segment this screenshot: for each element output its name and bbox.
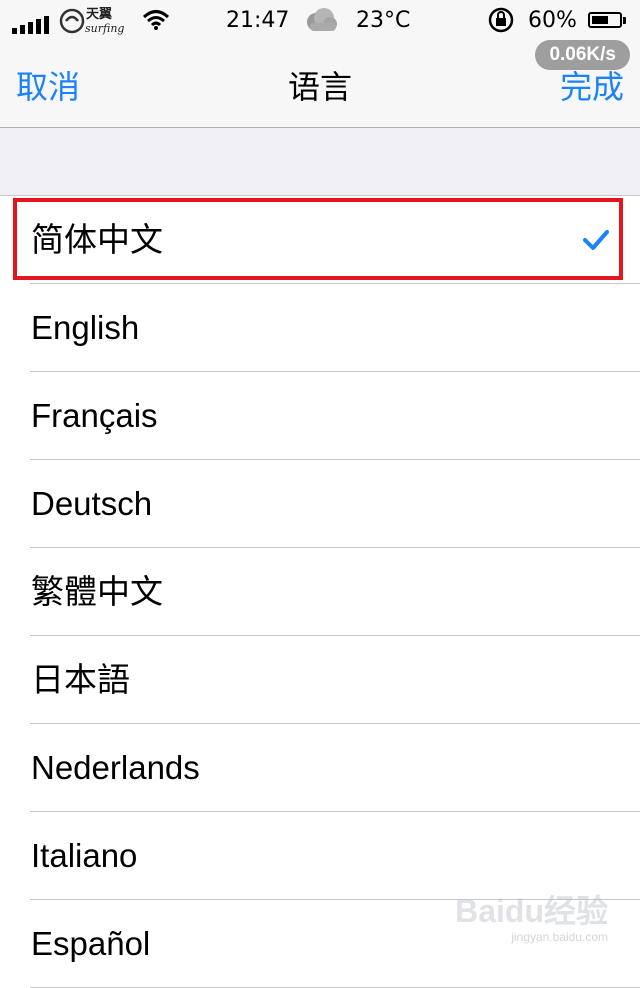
svg-text:天翼: 天翼: [86, 7, 112, 22]
temperature: 23°C: [356, 7, 411, 33]
battery-fill: [592, 16, 608, 24]
watermark: Baidu经验 jingyan.baidu.com: [455, 886, 608, 944]
watermark-logo: Baidu经验: [455, 893, 608, 929]
navigation-bar: 取消 语言 完成 0.06K/s: [0, 40, 640, 128]
network-speed-badge: 0.06K/s: [535, 40, 630, 70]
battery-icon: [588, 0, 626, 40]
language-row[interactable]: 简体中文: [0, 196, 640, 284]
language-row[interactable]: 繁體中文: [0, 548, 640, 636]
language-row[interactable]: English: [0, 284, 640, 372]
battery-percent: 60%: [528, 7, 577, 33]
language-label: Español: [31, 925, 151, 962]
language-row[interactable]: Français: [0, 372, 640, 460]
language-row[interactable]: Deutsch: [0, 460, 640, 548]
cancel-button[interactable]: 取消: [16, 62, 80, 108]
language-label: English: [31, 309, 140, 346]
status-bar: 天翼 surfing 21:47 23°C 60%: [0, 0, 640, 40]
language-label: Français: [31, 397, 158, 434]
language-label: Italiano: [31, 837, 138, 874]
clock-time: 21:47: [226, 7, 290, 33]
section-header-gap: [0, 128, 640, 196]
signal-icon: [12, 4, 49, 34]
watermark-url: jingyan.baidu.com: [511, 930, 608, 944]
language-label: 日本語: [31, 661, 130, 698]
language-label: 繁體中文: [31, 573, 163, 610]
language-label: 简体中文: [31, 221, 163, 258]
weather-cloud-icon: [302, 0, 340, 40]
language-label: Deutsch: [31, 485, 153, 522]
language-label: Nederlands: [31, 749, 200, 786]
svg-text:surfing: surfing: [85, 22, 124, 35]
wifi-icon: [142, 0, 170, 40]
language-list: 简体中文 English Français Deutsch 繁體中文日本語 Nederla…: [0, 196, 640, 988]
checkmark-icon: [582, 229, 610, 255]
language-row[interactable]: 日本語: [0, 636, 640, 724]
language-row[interactable]: Nederlands: [0, 724, 640, 812]
carrier-logo: 天翼 surfing: [58, 4, 130, 36]
rotation-lock-icon: [488, 0, 514, 40]
